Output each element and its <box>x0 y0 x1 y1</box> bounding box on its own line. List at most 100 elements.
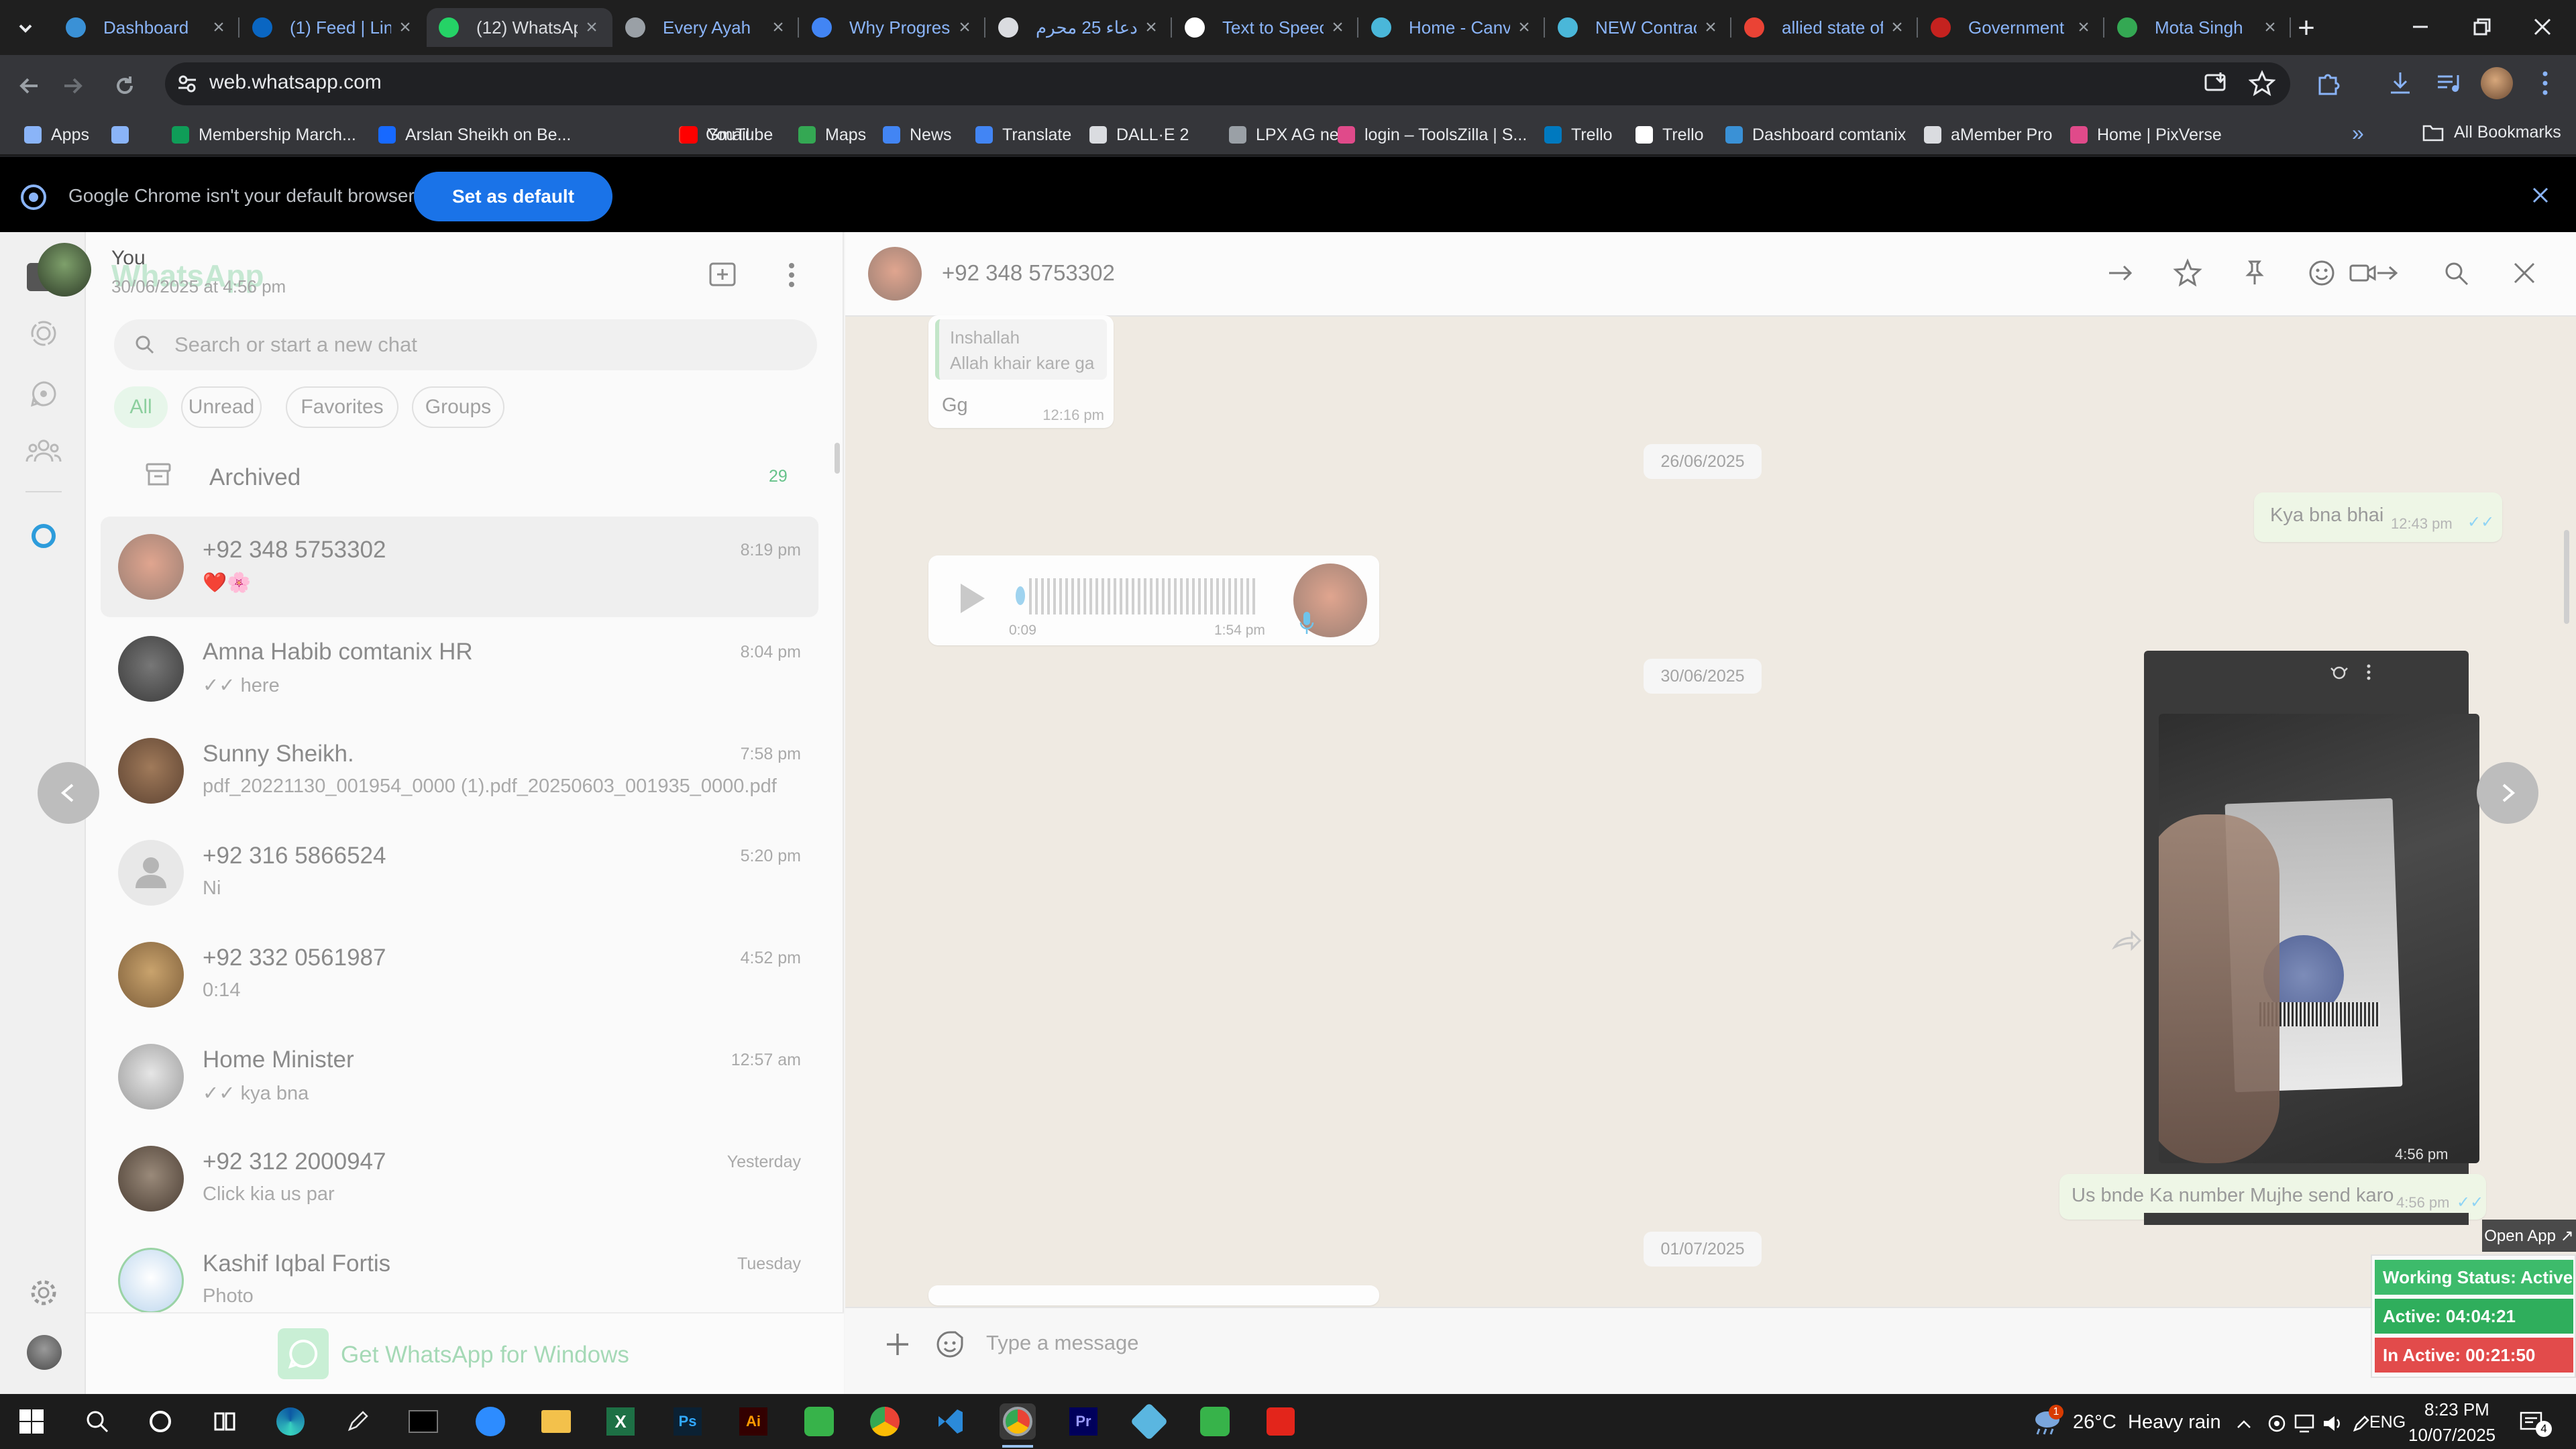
bookmark-3[interactable]: Membership March... <box>172 122 356 148</box>
tray-overflow-icon[interactable] <box>2234 1414 2254 1434</box>
tab-6[interactable]: دعاء 25 محرم × <box>986 8 1172 47</box>
bookmark-11[interactable]: LPX AG new <box>1229 122 1351 148</box>
next-media-button[interactable] <box>2477 762 2538 824</box>
bookmark-15[interactable]: Dashboard comtanix <box>1725 122 1906 148</box>
bookmark-7[interactable]: Maps <box>798 122 866 148</box>
tab-close-icon[interactable]: × <box>1142 16 1160 39</box>
cortana-icon[interactable] <box>142 1403 178 1440</box>
tab-close-icon[interactable]: × <box>2261 16 2279 39</box>
voice-scrubber[interactable] <box>1016 586 1025 605</box>
emoji-react-icon[interactable] <box>2306 258 2337 288</box>
restore-button[interactable] <box>2462 7 2502 47</box>
pen-icon[interactable] <box>339 1403 376 1440</box>
acrobat-icon[interactable] <box>1263 1403 1299 1440</box>
tab-close-icon[interactable]: × <box>1329 16 1346 39</box>
chat-row[interactable]: Home Minister ✓✓ kya bna 12:57 am <box>101 1026 818 1127</box>
tab-close-icon[interactable]: × <box>1702 16 1719 39</box>
tab-close-icon[interactable]: × <box>769 16 787 39</box>
install-app-icon[interactable] <box>2203 70 2230 97</box>
media-hd-icon[interactable] <box>2328 663 2351 683</box>
meet-now-icon[interactable] <box>2266 1413 2288 1434</box>
my-avatar[interactable] <box>38 243 91 297</box>
media-control-icon[interactable] <box>2435 70 2462 97</box>
profile-avatar[interactable] <box>2481 67 2513 99</box>
weather-desc[interactable]: Heavy rain <box>2128 1411 2221 1434</box>
chat-row[interactable]: Amna Habib comtanix HR ✓✓ here 8:04 pm <box>101 619 818 719</box>
bookmark-2[interactable] <box>111 122 138 148</box>
close-window-button[interactable] <box>2522 7 2563 47</box>
tab-close-icon[interactable]: × <box>210 16 227 39</box>
bookmark-9[interactable]: Translate <box>975 122 1071 148</box>
new-tab-button[interactable]: + <box>2288 9 2325 47</box>
set-default-button[interactable]: Set as default <box>414 172 612 221</box>
star-icon[interactable] <box>2172 258 2203 288</box>
filter-unread[interactable]: Unread <box>181 386 262 428</box>
app-blue-icon[interactable] <box>1130 1402 1169 1441</box>
tab-4[interactable]: Every Ayah × <box>613 8 799 47</box>
chrome-active-icon[interactable] <box>1000 1403 1036 1440</box>
search-taskbar-icon[interactable] <box>79 1403 115 1440</box>
play-icon[interactable] <box>955 581 987 616</box>
contact-avatar[interactable] <box>868 247 922 301</box>
settings-icon[interactable] <box>28 1277 59 1308</box>
bookmark-1[interactable]: Apps <box>24 122 89 148</box>
tab-search-icon[interactable] <box>12 15 39 42</box>
chat-row[interactable]: +92 348 5753302 ❤️🌸 8:19 pm <box>101 517 818 617</box>
app-green2-icon[interactable] <box>1197 1403 1233 1440</box>
photo[interactable] <box>2159 714 2479 1163</box>
search-input[interactable]: Search or start a new chat <box>174 333 417 357</box>
attach-plus-icon[interactable] <box>883 1330 912 1359</box>
get-app-text[interactable]: Get WhatsApp for Windows <box>341 1342 629 1368</box>
tab-close-icon[interactable]: × <box>396 16 414 39</box>
profile-photo[interactable] <box>27 1335 62 1370</box>
app-green-icon[interactable] <box>801 1403 837 1440</box>
archived-label[interactable]: Archived <box>209 464 301 491</box>
excel-icon[interactable]: X <box>602 1403 639 1440</box>
network-icon[interactable] <box>2293 1413 2317 1434</box>
zoom-icon[interactable] <box>472 1403 508 1440</box>
clock-time[interactable]: 8:23 PM <box>2424 1399 2489 1420</box>
chat-row[interactable]: +92 332 0561987 0:14 4:52 pm <box>101 924 818 1025</box>
forward-arrow-icon[interactable] <box>2105 258 2136 288</box>
bookmark-8[interactable]: News <box>883 122 952 148</box>
file-explorer-icon[interactable] <box>538 1403 574 1440</box>
new-chat-icon[interactable] <box>707 259 739 291</box>
status-icon[interactable] <box>28 318 59 349</box>
all-bookmarks[interactable]: All Bookmarks <box>2422 122 2561 142</box>
bookmarks-overflow-icon[interactable]: » <box>2352 121 2364 146</box>
video-forward-icon[interactable] <box>2348 258 2404 288</box>
tab-9[interactable]: NEW Contract × <box>1546 8 1731 47</box>
start-button[interactable] <box>13 1403 50 1440</box>
image-menu-icon[interactable] <box>2364 663 2373 683</box>
bookmark-14[interactable]: Trello <box>1635 122 1704 148</box>
close-viewer-icon[interactable] <box>2509 258 2540 288</box>
forward-icon[interactable] <box>58 71 87 101</box>
tab-close-icon[interactable]: × <box>1888 16 1906 39</box>
tab-8[interactable]: Home - Canva × <box>1359 8 1545 47</box>
minimize-button[interactable] <box>2400 7 2440 47</box>
chrome-menu-icon[interactable] <box>2537 68 2553 98</box>
chat-row[interactable]: +92 312 2000947 Click kia us par Yesterday <box>101 1128 818 1229</box>
tab-7[interactable]: Text to Speech× <box>1173 8 1358 47</box>
bookmark-6[interactable]: YouTube <box>680 122 773 148</box>
terminal-icon[interactable] <box>405 1403 441 1440</box>
bookmark-10[interactable]: DALL·E 2 <box>1089 122 1189 148</box>
site-info-icon[interactable] <box>176 72 199 95</box>
channels-icon[interactable] <box>28 378 59 409</box>
weather-temp[interactable]: 26°C <box>2073 1411 2116 1434</box>
language-indicator[interactable]: ENG <box>2369 1413 2406 1432</box>
bookmark-13[interactable]: Trello <box>1544 122 1613 148</box>
back-icon[interactable] <box>15 71 44 101</box>
sticker-icon[interactable] <box>934 1328 966 1360</box>
illustrator-icon[interactable]: Ai <box>735 1403 771 1440</box>
chat-row[interactable]: +92 316 5866524 Ni 5:20 pm <box>101 822 818 923</box>
downloads-icon[interactable] <box>2387 70 2414 97</box>
edge-icon[interactable] <box>272 1403 309 1440</box>
filter-all[interactable]: All <box>114 386 168 428</box>
tab-1[interactable]: Dashboard × <box>54 8 239 47</box>
tab-5[interactable]: Why Progress × <box>800 8 985 47</box>
open-app-button[interactable]: Open App ↗ <box>2482 1220 2576 1252</box>
chrome-taskbar-icon[interactable] <box>867 1403 903 1440</box>
previous-media-button[interactable] <box>38 762 99 824</box>
search-messages-icon[interactable] <box>2440 258 2471 288</box>
